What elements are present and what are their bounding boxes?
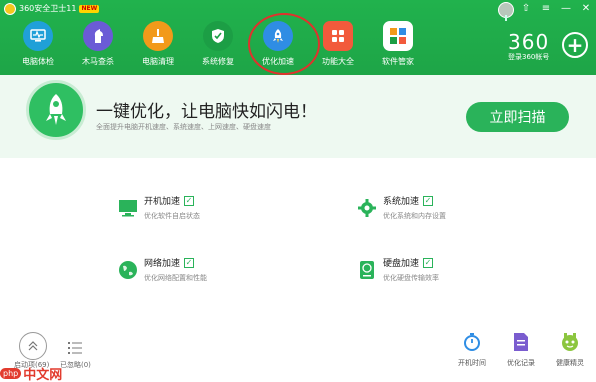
feature-startup-speedup[interactable]: 开机加速 ✓ 优化软件自启状态 bbox=[117, 194, 200, 221]
nav-label: 功能大全 bbox=[322, 57, 354, 66]
gear-icon bbox=[356, 197, 378, 219]
hero-banner: 一键优化，让电脑快如闪电！ 全面提升电脑开机速度、系统速度、上网速度、硬盘速度 … bbox=[0, 75, 596, 158]
tool-label: 优化记录 bbox=[507, 359, 535, 367]
add-plus-button[interactable]: + bbox=[562, 32, 588, 58]
app-logo-icon bbox=[4, 3, 16, 15]
tool-optimize-log[interactable]: 优化记录 bbox=[496, 332, 546, 368]
feature-title: 系统加速 bbox=[383, 197, 420, 207]
tool-boot-time[interactable]: 开机时间 bbox=[447, 332, 497, 368]
nav-item-software-manager[interactable]: 软件管家 bbox=[368, 18, 428, 73]
login-account-link[interactable]: 登录360帐号 bbox=[508, 52, 549, 62]
menu-icon[interactable]: ≡ bbox=[540, 0, 552, 18]
nav-item-cleanup[interactable]: 电脑清理 bbox=[128, 18, 188, 73]
tool-label: 健康精灵 bbox=[556, 359, 584, 367]
feature-desc: 优化硬盘传输效率 bbox=[383, 274, 439, 282]
feature-desc: 优化系统和内存设置 bbox=[383, 212, 446, 220]
mascot-icon bbox=[560, 332, 580, 352]
watermark-php: php bbox=[0, 367, 22, 379]
expand-up-button[interactable] bbox=[19, 332, 47, 360]
annotation-circle bbox=[248, 13, 320, 75]
globe-icon bbox=[117, 259, 139, 281]
nav-label: 软件管家 bbox=[382, 57, 414, 66]
feature-checkbox[interactable]: ✓ bbox=[184, 195, 195, 206]
hero-title: 一键优化，让电脑快如闪电！ bbox=[96, 102, 317, 122]
site-watermark: php 中文网 bbox=[0, 364, 82, 382]
minimize-icon[interactable]: — bbox=[560, 0, 572, 18]
feature-checkbox[interactable]: ✓ bbox=[184, 257, 195, 268]
nav-item-system-repair[interactable]: 系统修复 bbox=[188, 18, 248, 73]
document-icon bbox=[511, 332, 531, 352]
rocket-icon bbox=[26, 80, 86, 140]
nav-item-computer-checkup[interactable]: 电脑体检 bbox=[8, 18, 68, 73]
nav-label: 电脑清理 bbox=[142, 57, 174, 66]
nav-item-trojan-scan[interactable]: 木马查杀 bbox=[68, 18, 128, 73]
nav-label: 电脑体检 bbox=[22, 57, 54, 66]
list-icon[interactable] bbox=[68, 340, 82, 354]
watermark-cn: 中文网 bbox=[23, 367, 63, 382]
brand-360-logo: 360 bbox=[508, 30, 550, 54]
monitor-icon bbox=[117, 197, 139, 219]
nav-label: 木马查杀 bbox=[82, 57, 114, 66]
close-icon[interactable]: ✕ bbox=[580, 0, 592, 18]
feature-checkbox[interactable]: ✓ bbox=[423, 195, 434, 206]
main-nav: 电脑体检 木马查杀 电脑清理 系统修复 优化加速 功能大全 软件管家 bbox=[8, 18, 428, 73]
monitor-check-icon bbox=[23, 21, 53, 51]
skin-icon[interactable]: ⇧ bbox=[520, 0, 532, 18]
feature-network-speedup[interactable]: 网络加速 ✓ 优化网络配置和性能 bbox=[117, 256, 207, 283]
tool-health-sprite[interactable]: 健康精灵 bbox=[545, 332, 595, 368]
feature-title: 硬盘加速 bbox=[383, 259, 420, 269]
hero-subtitle: 全面提升电脑开机速度、系统速度、上网速度、硬盘速度 bbox=[96, 123, 271, 131]
stopwatch-icon bbox=[462, 332, 482, 352]
hard-disk-icon bbox=[356, 259, 378, 281]
feature-desc: 优化软件自启状态 bbox=[144, 212, 200, 220]
shield-icon bbox=[203, 21, 233, 51]
grid-icon bbox=[323, 21, 353, 51]
scan-now-button[interactable]: 立即扫描 bbox=[466, 102, 569, 132]
broom-icon bbox=[143, 21, 173, 51]
feature-system-speedup[interactable]: 系统加速 ✓ 优化系统和内存设置 bbox=[356, 194, 446, 221]
feature-disk-speedup[interactable]: 硬盘加速 ✓ 优化硬盘传输效率 bbox=[356, 256, 439, 283]
app-store-icon bbox=[383, 21, 413, 51]
chevron-up-icon bbox=[28, 341, 38, 351]
feature-title: 开机加速 bbox=[144, 197, 181, 207]
nav-label: 系统修复 bbox=[202, 57, 234, 66]
tool-label: 开机时间 bbox=[458, 359, 486, 367]
horse-icon bbox=[83, 21, 113, 51]
feature-desc: 优化网络配置和性能 bbox=[144, 274, 207, 282]
window-controls: ⇧ ≡ — ✕ bbox=[520, 0, 592, 18]
user-float-icon[interactable] bbox=[498, 2, 514, 21]
feature-checkbox[interactable]: ✓ bbox=[423, 257, 434, 268]
new-badge: NEW bbox=[79, 5, 100, 13]
feature-title: 网络加速 bbox=[144, 259, 181, 269]
app-title: 360安全卫士11 bbox=[19, 4, 77, 13]
